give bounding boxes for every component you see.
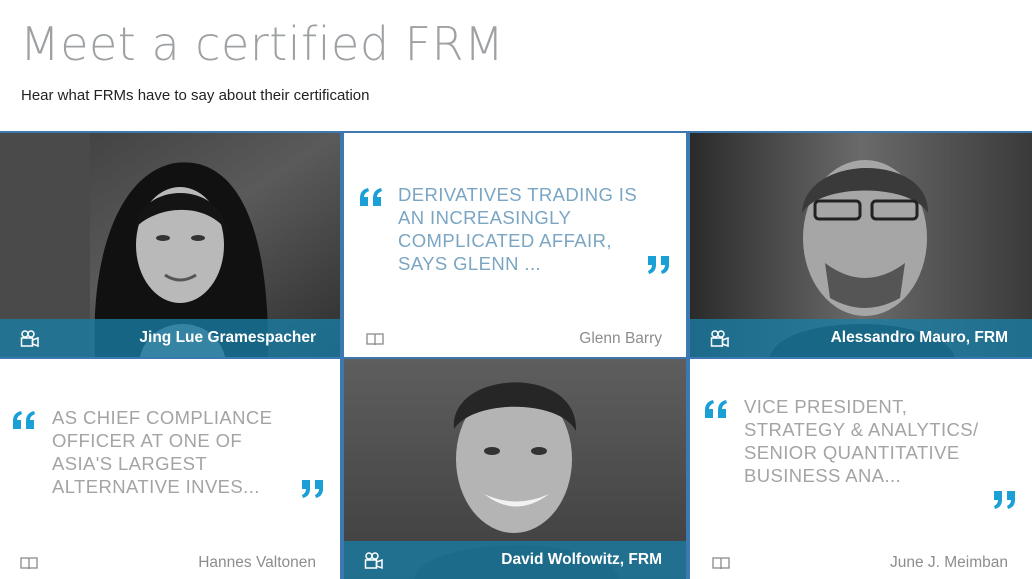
book-icon xyxy=(366,333,384,346)
person-name: Jing Lue Gramespacher xyxy=(139,329,316,346)
close-quote-icon xyxy=(302,480,323,498)
testimonial-tile-june-j-meimban[interactable]: VICE PRESIDENT, STRATEGY & ANALYTICS/ SE… xyxy=(690,359,1032,579)
page-subtitle: Hear what FRMs have to say about their c… xyxy=(21,87,370,104)
testimonial-tile-glenn-barry[interactable]: DERIVATIVES TRADING IS AN INCREASINGLY C… xyxy=(344,133,686,357)
video-camera-icon xyxy=(710,330,729,348)
book-icon xyxy=(20,557,38,570)
quote-text: VICE PRESIDENT, STRATEGY & ANALYTICS/ SE… xyxy=(744,396,979,486)
video-camera-icon xyxy=(20,330,39,348)
caption-bar: David Wolfowitz, FRM xyxy=(344,541,686,579)
quote-author: Glenn Barry xyxy=(579,330,662,347)
quote-text: DERIVATIVES TRADING IS AN INCREASINGLY C… xyxy=(398,184,638,274)
quote-author: Hannes Valtonen xyxy=(198,554,316,571)
quote-text: AS CHIEF COMPLIANCE OFFICER AT ONE OF AS… xyxy=(52,407,273,497)
close-quote-icon xyxy=(648,256,669,274)
page-title: Meet a certified FRM xyxy=(20,17,505,71)
person-name: Alessandro Mauro, FRM xyxy=(830,329,1008,346)
testimonial-tile-david-wolfowitz[interactable]: David Wolfowitz, FRM xyxy=(344,359,686,579)
person-name: David Wolfowitz, FRM xyxy=(501,551,662,568)
testimonial-grid: Jing Lue Gramespacher DERIVATIVES TRADIN… xyxy=(0,131,1032,579)
video-camera-icon xyxy=(364,552,383,570)
open-quote-icon xyxy=(360,188,382,206)
open-quote-icon xyxy=(13,411,35,429)
testimonial-tile-hannes-valtonen[interactable]: AS CHIEF COMPLIANCE OFFICER AT ONE OF AS… xyxy=(0,359,340,579)
close-quote-icon xyxy=(994,491,1015,509)
quote-author: June J. Meimban xyxy=(889,554,1008,571)
book-icon xyxy=(712,557,730,570)
testimonial-tile-jing-lue-gramespacher[interactable]: Jing Lue Gramespacher xyxy=(0,133,340,357)
caption-bar: Jing Lue Gramespacher xyxy=(0,319,340,357)
caption-bar: Alessandro Mauro, FRM xyxy=(690,319,1032,357)
testimonial-tile-alessandro-mauro[interactable]: Alessandro Mauro, FRM xyxy=(690,133,1032,357)
open-quote-icon xyxy=(705,400,727,418)
